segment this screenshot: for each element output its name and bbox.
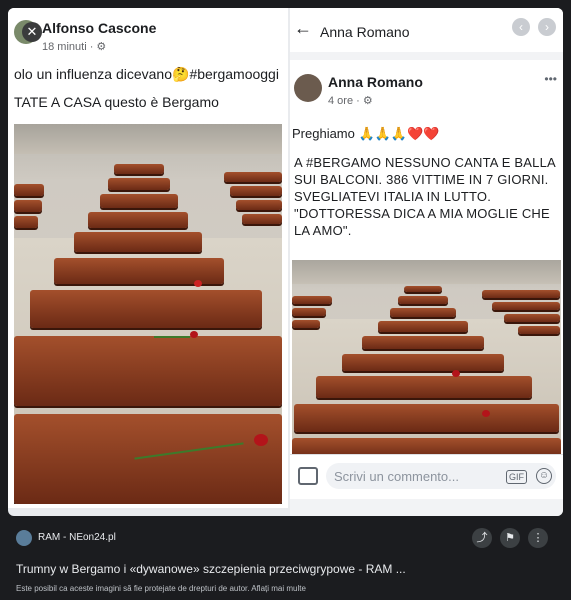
post-text-body: A #BERGAMO NESSUNO CANTA E BALLA SUI BAL…	[294, 155, 556, 238]
copyright-notice: Este posibil ca aceste imagini să fie pr…	[16, 584, 306, 593]
camera-icon[interactable]	[298, 467, 318, 485]
result-title[interactable]: Trumny w Bergamo i «dywanowe» szczepieni…	[16, 562, 406, 576]
coffins-photo	[292, 260, 561, 456]
image-preview[interactable]: ✕ Alfonso Cascone 18 minuti · ⚙ olo un i…	[8, 8, 563, 516]
back-arrow-icon[interactable]: ←	[294, 18, 312, 39]
close-icon[interactable]: ✕	[22, 22, 42, 42]
post-text-line2: TATE A CASA questo è Bergamo	[14, 94, 219, 110]
emoji-icon[interactable]: ☺	[536, 468, 552, 484]
source-label[interactable]: RAM - NEon24.pl	[38, 532, 116, 543]
forward-circle-icon[interactable]: ›	[538, 18, 556, 36]
left-facebook-post: ✕ Alfonso Cascone 18 minuti · ⚙ olo un i…	[8, 8, 288, 508]
more-options-icon[interactable]: •••	[544, 72, 557, 86]
post-meta: 18 minuti · ⚙	[42, 41, 107, 53]
post-meta: 4 ore · ⚙	[328, 95, 373, 107]
post-author: Alfonso Cascone	[42, 20, 157, 36]
right-facebook-post: ← Anna Romano ‹ › Anna Romano 4 ore · ⚙ …	[290, 8, 563, 516]
author-avatar	[294, 74, 322, 102]
post-text-line1: olo un influenza dicevano🤔#bergamooggi	[14, 66, 279, 82]
post-author: Anna Romano	[328, 74, 423, 90]
learn-more-link[interactable]: Aflați mai multe	[251, 584, 306, 593]
comment-bar: Scrivi un commento... GIF ☺	[290, 454, 563, 499]
share-icon[interactable]: ⤴	[472, 528, 492, 548]
post-header-bar: ← Anna Romano ‹ ›	[290, 8, 563, 52]
source-favicon-icon	[16, 530, 32, 546]
header-title: Anna Romano	[320, 24, 410, 40]
save-bookmark-icon[interactable]: ⚑	[500, 528, 520, 548]
gif-icon[interactable]: GIF	[506, 470, 527, 484]
post-card: Anna Romano 4 ore · ⚙ ••• Preghiamo 🙏🙏🙏❤…	[290, 60, 563, 480]
coffins-photo	[14, 124, 282, 504]
comment-placeholder: Scrivi un commento...	[334, 469, 459, 484]
post-text-line1: Preghiamo 🙏🙏🙏❤️❤️	[292, 126, 440, 141]
back-circle-icon[interactable]: ‹	[512, 18, 530, 36]
more-options-icon[interactable]: ⋮	[528, 528, 548, 548]
